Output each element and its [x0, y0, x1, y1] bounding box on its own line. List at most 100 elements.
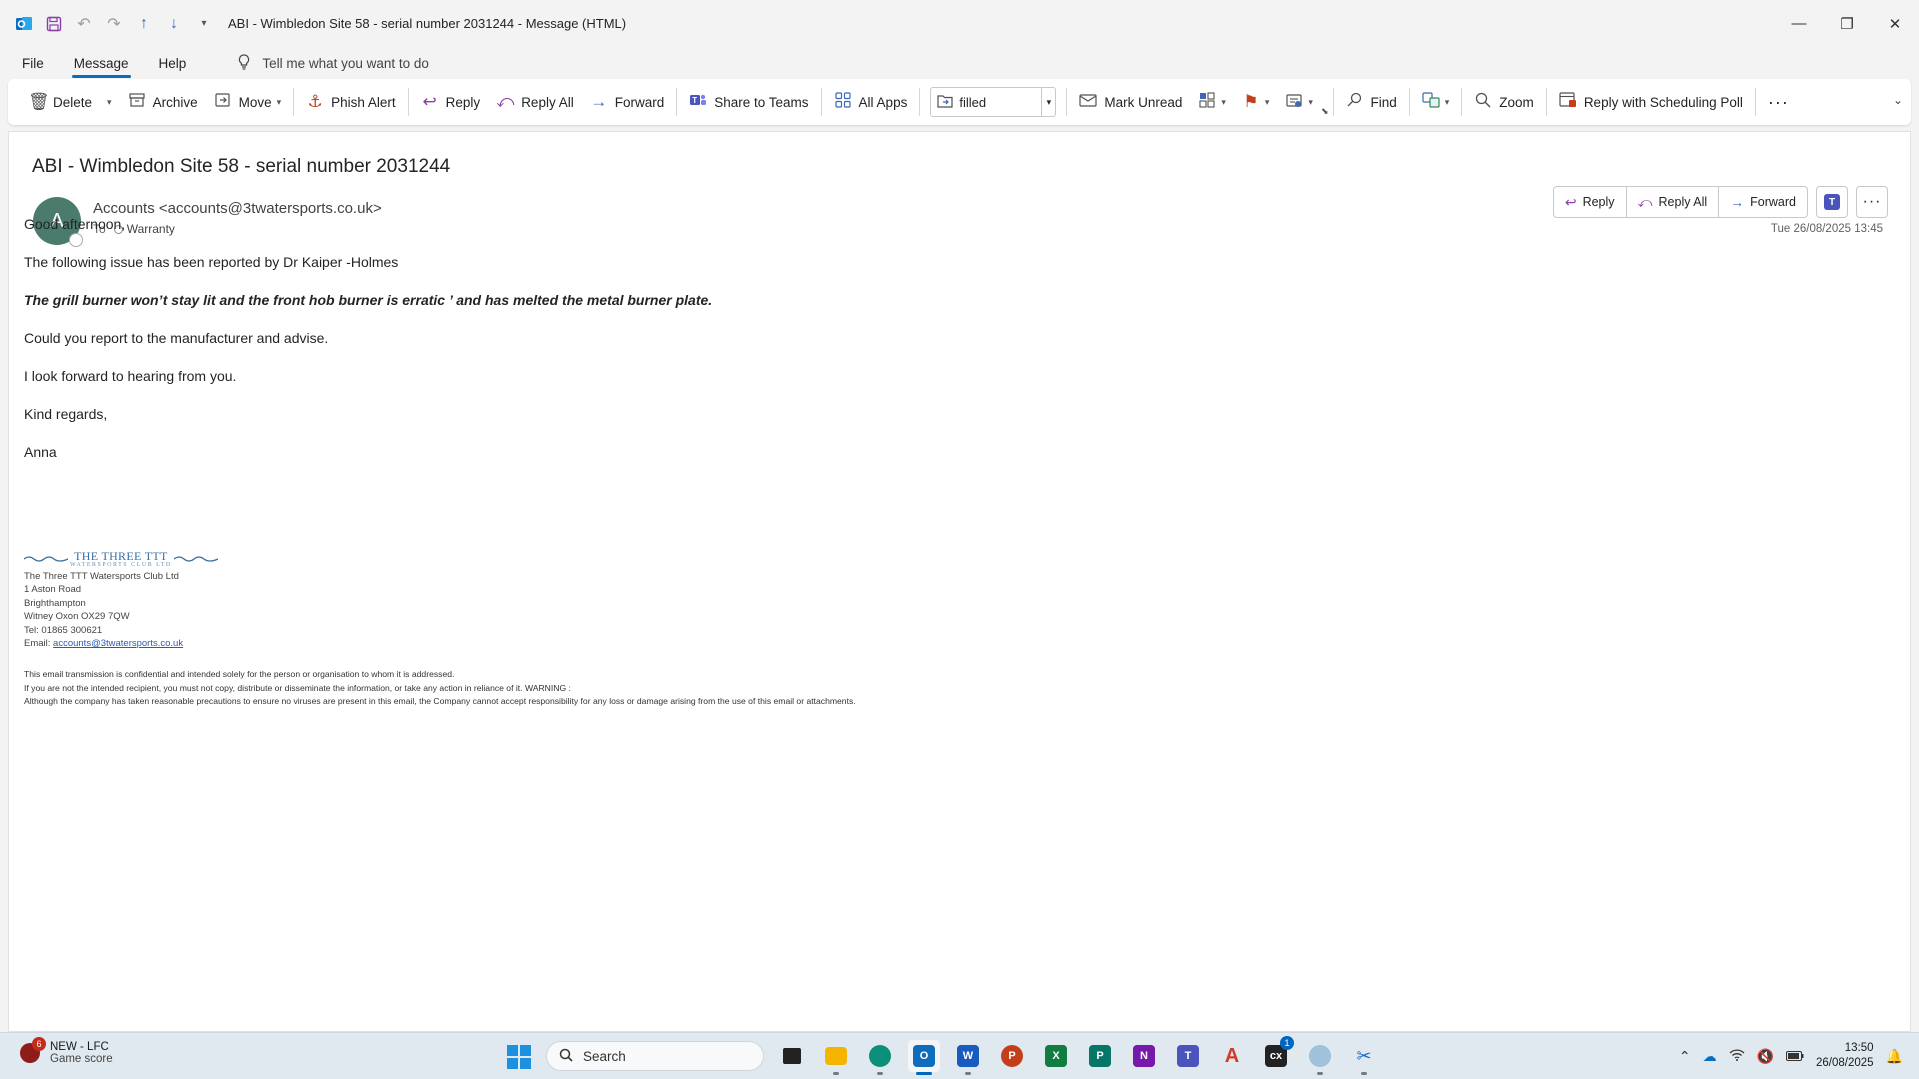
- word-icon[interactable]: W: [952, 1040, 984, 1075]
- task-view-icon[interactable]: [776, 1040, 808, 1072]
- body-closing: Kind regards,: [24, 406, 108, 422]
- find-label: Find: [1370, 94, 1397, 110]
- disclaimer-line-2: If you are not the intended recipient, y…: [24, 682, 571, 693]
- minimize-button[interactable]: —: [1775, 0, 1823, 47]
- more-actions-button[interactable]: ···: [1856, 186, 1888, 218]
- reply-label: Reply: [445, 94, 481, 110]
- previous-item-icon[interactable]: ↑: [134, 14, 154, 34]
- clock-date: 26/08/2025: [1816, 1057, 1874, 1069]
- edge-browser-icon[interactable]: [864, 1040, 896, 1075]
- ribbon-toolbar: 🗑 Delete ▾ Archive Move ▾ ⚓ Phish Alert …: [8, 79, 1911, 125]
- file-explorer-icon[interactable]: [820, 1040, 852, 1075]
- ribbon-separator: [1461, 88, 1463, 116]
- quick-step-item[interactable]: filled: [931, 94, 1041, 111]
- excel-icon[interactable]: X: [1040, 1040, 1072, 1072]
- delete-button[interactable]: 🗑 Delete ▾: [20, 86, 120, 118]
- translate-button[interactable]: ▾: [1414, 86, 1458, 118]
- outlook-taskbar-icon[interactable]: O: [908, 1040, 940, 1075]
- redo-icon[interactable]: ↷: [104, 14, 124, 34]
- folder-move-icon: [937, 94, 953, 111]
- quick-steps-gallery[interactable]: filled ▾: [930, 87, 1057, 117]
- clock-time: 13:50: [1844, 1042, 1874, 1054]
- message-date: Tue 26/08/2025 13:45: [1770, 223, 1883, 235]
- acrobat-icon[interactable]: A: [1216, 1040, 1248, 1072]
- message-reply-all-button[interactable]: ⤺ Reply All: [1627, 187, 1720, 217]
- reply-all-icon: ⤺: [1637, 193, 1653, 210]
- snipping-app-icon[interactable]: ✂: [1348, 1040, 1380, 1075]
- ribbon-expand-icon[interactable]: ⌄: [1893, 93, 1903, 107]
- restore-button[interactable]: ❐: [1823, 0, 1871, 47]
- tell-me-text: Tell me what you want to do: [262, 55, 429, 71]
- tab-message[interactable]: Message: [71, 52, 131, 78]
- next-item-icon[interactable]: ↓: [164, 14, 184, 34]
- follow-up-button[interactable]: ⚑ ▾: [1234, 86, 1278, 118]
- share-to-teams-button[interactable]: T Share to Teams: [681, 86, 816, 118]
- start-button[interactable]: [502, 1040, 534, 1072]
- app-badge: 1: [1280, 1036, 1294, 1050]
- signature-address-3: Witney Oxon OX29 7QW: [24, 611, 130, 623]
- signature-email-link[interactable]: accounts@3twatersports.co.uk: [53, 638, 183, 649]
- forward-button[interactable]: → Forward: [582, 86, 673, 118]
- teams-icon: T: [1824, 194, 1840, 210]
- archive-button[interactable]: Archive: [120, 86, 206, 118]
- all-apps-button[interactable]: All Apps: [826, 86, 916, 118]
- close-button[interactable]: ✕: [1871, 0, 1919, 47]
- sender[interactable]: Accounts <accounts@3twatersports.co.uk>: [93, 200, 382, 217]
- running-indicator: [833, 1072, 839, 1075]
- body-name: Anna: [24, 444, 57, 460]
- policy-icon: [1285, 92, 1303, 113]
- policy-button[interactable]: ▾: [1277, 86, 1321, 118]
- find-button[interactable]: Find: [1338, 86, 1405, 118]
- customize-toolbar-icon[interactable]: ▾: [194, 14, 214, 34]
- reply-all-button[interactable]: ⤺ Reply All: [488, 86, 582, 118]
- tell-me-search[interactable]: Tell me what you want to do: [238, 53, 429, 73]
- teams-chat-button[interactable]: T: [1816, 186, 1848, 218]
- mark-unread-button[interactable]: Mark Unread: [1071, 86, 1190, 118]
- more-commands-button[interactable]: ···: [1760, 86, 1797, 118]
- taskbar-search[interactable]: Search: [546, 1041, 764, 1071]
- quick-steps-dropdown[interactable]: ▾: [1041, 88, 1055, 116]
- cx-app-icon[interactable]: cx 1: [1260, 1036, 1294, 1072]
- globe-app-icon[interactable]: [1304, 1040, 1336, 1075]
- lightbulb-icon: [238, 53, 250, 73]
- running-indicator: [877, 1072, 883, 1075]
- show-hidden-icons-icon[interactable]: ⌃: [1679, 1048, 1691, 1065]
- mark-unread-label: Mark Unread: [1104, 94, 1183, 110]
- reply-button[interactable]: ↩ Reply: [413, 86, 489, 118]
- notification-bell-icon[interactable]: 🔔: [1886, 1048, 1903, 1065]
- tab-help[interactable]: Help: [157, 52, 189, 75]
- message-reply-button[interactable]: ↩ Reply: [1554, 187, 1627, 217]
- undo-icon[interactable]: ↶: [74, 14, 94, 34]
- save-icon[interactable]: [44, 14, 64, 34]
- email-signature: THE THREE TTT WATERSPORTS CLUB LTD The T…: [24, 548, 218, 650]
- windows-logo-tile: [520, 1058, 531, 1069]
- categorize-button[interactable]: ▾: [1190, 86, 1234, 118]
- onedrive-cloud-icon[interactable]: ☁: [1703, 1048, 1717, 1065]
- signature-address-2: Brighthampton: [24, 597, 86, 609]
- windows-logo-tile: [507, 1045, 518, 1056]
- body-greeting: Good afternoon,: [24, 216, 126, 232]
- news-widget[interactable]: 6 NEW - LFC Game score: [20, 1037, 113, 1065]
- windows-logo-tile: [520, 1045, 531, 1056]
- wifi-icon[interactable]: [1729, 1048, 1745, 1064]
- powerpoint-icon[interactable]: P: [996, 1040, 1028, 1072]
- chevron-down-icon[interactable]: ▾: [107, 97, 112, 108]
- onenote-icon[interactable]: N: [1128, 1040, 1160, 1072]
- publisher-icon[interactable]: P: [1084, 1040, 1116, 1072]
- reply-with-scheduling-poll-button[interactable]: Reply with Scheduling Poll: [1551, 86, 1751, 118]
- taskbar-apps: Search O W P X P N T A cx 1 ✂: [502, 1036, 1380, 1075]
- disclaimer-line-1: This email transmission is confidential …: [24, 669, 455, 679]
- tags-dialog-launcher-icon[interactable]: ⬊: [1321, 106, 1329, 117]
- teams-icon: T: [689, 92, 707, 113]
- volume-muted-icon[interactable]: 🔇: [1757, 1048, 1774, 1065]
- phish-alert-button[interactable]: ⚓ Phish Alert: [298, 86, 404, 118]
- battery-icon[interactable]: [1786, 1048, 1804, 1064]
- zoom-button[interactable]: Zoom: [1466, 86, 1542, 118]
- tab-file[interactable]: File: [20, 52, 46, 75]
- teams-taskbar-icon[interactable]: T: [1172, 1040, 1204, 1072]
- message-forward-button[interactable]: → Forward: [1719, 187, 1807, 217]
- move-button[interactable]: Move ▾: [206, 86, 290, 118]
- message-pane: ABI - Wimbledon Site 58 - serial number …: [8, 131, 1911, 1032]
- ribbon-separator: [1545, 88, 1547, 116]
- clock[interactable]: 13:50 26/08/2025: [1816, 1041, 1874, 1071]
